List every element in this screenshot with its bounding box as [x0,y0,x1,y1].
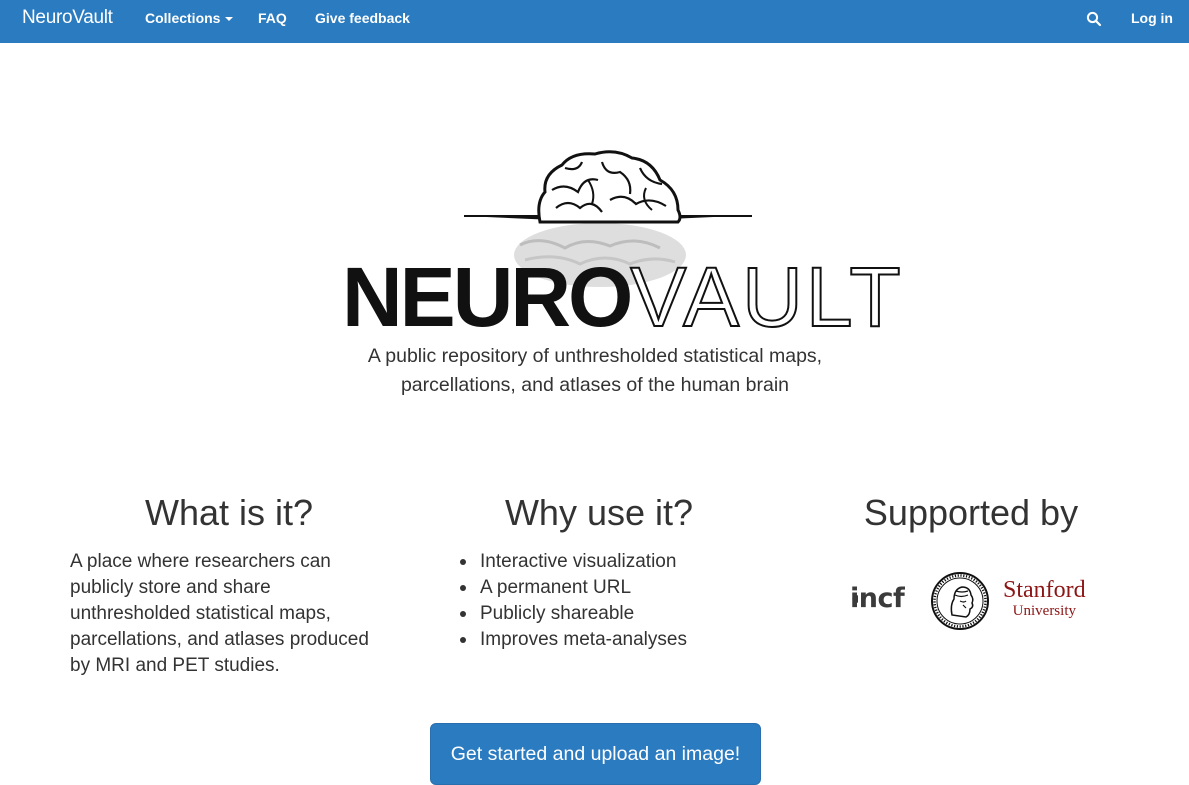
login-link[interactable]: Log in [1131,10,1173,26]
list-item: A permanent URL [460,575,687,601]
collections-dropdown[interactable]: Collections [145,10,234,26]
list-item: Publicly shareable [460,601,687,627]
tagline-line-1: A public repository of unthresholded sta… [367,345,823,367]
faq-link[interactable]: FAQ [258,10,287,26]
give-feedback-link[interactable]: Give feedback [315,10,410,26]
what-line-5: by MRI and PET studies. [70,655,280,676]
search-icon[interactable] [1086,11,1102,27]
tagline: A public repository of unthresholded sta… [300,342,890,400]
max-planck-logo[interactable] [930,571,990,631]
list-item: Interactive visualization [460,549,687,575]
why-use-it-list: Interactive visualization A permanent UR… [460,549,687,653]
top-navbar: NeuroVault Collections FAQ Give feedback… [0,0,1189,43]
why-use-it-heading: Why use it? [504,492,694,533]
what-line-1: A place where researchers can [70,551,331,572]
collections-label: Collections [145,10,221,26]
what-line-3: unthresholded statistical maps, [70,603,331,624]
list-item: Improves meta-analyses [460,627,687,653]
tagline-line-2: parcellations, and atlases of the human … [400,374,790,396]
wordmark-vault: VAULT [629,250,904,344]
what-line-4: parcellations, and atlases produced [70,629,369,650]
what-line-2: publicly store and share [70,577,271,598]
wordmark-neuro: NEURO [342,250,633,344]
what-is-it-description: A place where researchers can publicly s… [70,549,390,679]
stanford-line-1: Stanford [1003,577,1086,603]
what-is-it-heading: What is it? [144,492,314,533]
neurovault-wordmark: NEUROVAULT [342,250,904,344]
stanford-logo[interactable]: Stanford University [1003,577,1086,619]
stanford-line-2: University [1012,603,1076,619]
brand-link[interactable]: NeuroVault [22,7,113,29]
caret-down-icon [225,17,234,22]
get-started-upload-button[interactable]: Get started and upload an image! [430,723,761,785]
incf-logo[interactable]: incf [850,583,905,614]
supported-by-heading: Supported by [863,492,1079,533]
